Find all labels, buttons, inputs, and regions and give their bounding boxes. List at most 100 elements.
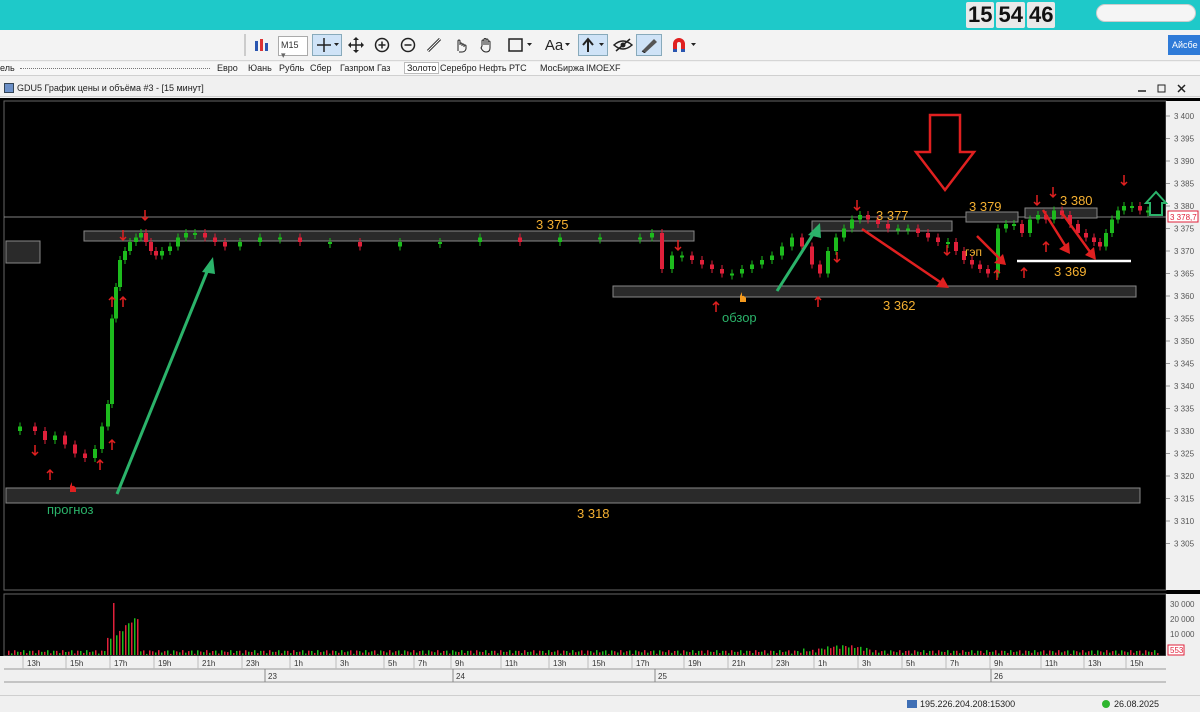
timeframe-select[interactable]: M15 ▾ [278,36,308,60]
pencil-lock-icon[interactable] [636,34,662,56]
clock-minutes: 54 [996,2,1025,28]
price-tick-label: 3 395 [1174,135,1195,144]
volume-bar [980,650,982,655]
volume-bar [647,652,649,655]
fav-item-imoexf[interactable]: IMOEXF [586,63,621,73]
volume-bar [188,651,190,655]
search-pill[interactable] [1096,4,1196,22]
fav-item-gazprom[interactable]: Газпром [340,63,374,73]
font-tool[interactable]: Aa [542,34,576,56]
chart-area[interactable]: 3 400 3 395 3 390 3 385 3 380 3 375 3 370 3 365… [0,98,1200,658]
volume-bar [1142,653,1144,655]
volume-bar [362,652,364,655]
volume-bar [836,645,838,655]
move-icon[interactable] [346,34,366,56]
volume-bar [566,651,568,655]
volume-bar [389,650,391,655]
volume-bar [311,650,313,655]
candle-body [750,264,754,269]
volume-bar [806,651,808,655]
volume-bar [26,653,28,655]
volume-bar [884,650,886,655]
ruler-icon[interactable] [424,34,444,56]
hand-icon[interactable] [476,34,496,56]
volume-bar [329,653,331,655]
volume-bar [440,652,442,655]
volume-bar [893,651,895,655]
volume-bar [140,651,142,655]
hide-eye-icon[interactable] [612,34,634,56]
candle-body [598,237,602,240]
candle-body [906,228,910,231]
zoom-out-icon[interactable] [398,34,418,56]
volume-bar [152,651,154,655]
price-tick-label: 3 360 [1174,292,1195,301]
volume-bar [812,649,814,655]
candle-body [128,242,132,251]
volume-bar [1058,650,1060,655]
restore-icon[interactable] [1157,84,1166,93]
time-label: 3h [340,659,349,668]
volume-bar [458,652,460,655]
fav-item-euro[interactable]: Евро [217,63,238,73]
chart-type-icon[interactable] [252,34,272,56]
price-chart[interactable]: 3 400 3 395 3 390 3 385 3 380 3 375 3 370 3 365… [0,98,1200,658]
fav-item-yuan[interactable]: Юань [248,63,272,73]
candle-body [1036,215,1040,220]
fav-item-mosbirzha[interactable]: МосБиржа [540,63,584,73]
status-bar: 195.226.204.208:15300 26.08.2025 [0,695,1200,712]
fav-item-gas[interactable]: Газ [377,63,390,73]
volume-bar [200,651,202,655]
arrow-up-tool-icon[interactable] [578,34,608,56]
volume-bar [515,650,517,655]
volume-bar [1124,651,1126,655]
close-icon[interactable] [1177,84,1186,93]
candle-body [1116,210,1120,220]
volume-bar [833,646,835,655]
time-label: 19h [158,659,171,668]
right-toolbar-button[interactable]: Айсбе [1168,35,1200,55]
volume-bar [338,652,340,655]
fav-item-oil[interactable]: Нефть [479,63,507,73]
label-gap: гэп [965,245,982,259]
volume-bar [155,652,157,655]
volume-bar [869,649,871,655]
volume-bar [479,651,481,655]
volume-bar [755,650,757,655]
fav-item-rts[interactable]: РТС [509,63,527,73]
volume-bar [551,652,553,655]
current-volume-label: 553 [1170,646,1184,655]
volume-bar [575,652,577,655]
time-label: 11h [1045,659,1058,668]
price-tick-label: 3 330 [1174,427,1195,436]
magnet-icon[interactable] [668,34,702,56]
time-label: 3h [862,659,871,668]
volume-bar [80,650,82,655]
label-3318: 3 318 [577,506,610,521]
fav-item-ruble[interactable]: Рубль [279,63,304,73]
price-tick-label: 3 310 [1174,517,1195,526]
volume-bar [557,650,559,655]
candle-body [946,242,950,244]
volume-bar [629,650,631,655]
volume-bar [332,650,334,655]
time-label: 23h [246,659,259,668]
volume-bar [803,648,805,655]
volume-bar [32,650,34,655]
hand-pointer-icon[interactable] [450,34,470,56]
crosshair-icon[interactable] [312,34,342,56]
price-tick-label: 3 320 [1174,472,1195,481]
fav-item-sber[interactable]: Сбер [310,63,332,73]
zoom-in-icon[interactable] [372,34,392,56]
volume-bar [659,650,661,655]
fav-item-silver[interactable]: Серебро [440,63,477,73]
volume-bar [587,650,589,655]
fav-item-gold[interactable]: Золото [404,62,440,74]
volume-bar [8,650,10,655]
candle-body [176,237,180,247]
zone-left [5,240,41,264]
volume-bar [317,650,319,655]
volume-bar [728,653,730,655]
volume-bar [1130,650,1132,655]
rectangle-tool-icon[interactable] [506,34,538,56]
